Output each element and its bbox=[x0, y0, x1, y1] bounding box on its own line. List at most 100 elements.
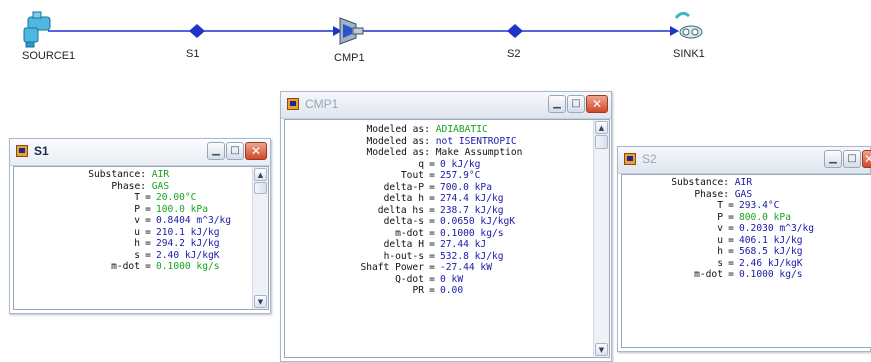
property-row: delta H = 27.44 kJ bbox=[285, 239, 609, 251]
scroll-up-button[interactable]: ▲ bbox=[595, 121, 608, 134]
property-label: delta-s bbox=[383, 216, 424, 227]
minimize-button[interactable]: ▁ bbox=[548, 95, 566, 113]
property-row: P = 100.0 kPa bbox=[14, 204, 268, 216]
property-label: Phase: bbox=[111, 180, 146, 192]
maximize-button[interactable]: □ bbox=[226, 142, 244, 160]
faucet-source-icon[interactable] bbox=[23, 11, 51, 48]
property-row: Modeled as: not ISENTROPIC bbox=[285, 136, 609, 148]
equals-sign: = bbox=[145, 249, 151, 261]
property-value: 0.1000 kg/s bbox=[156, 261, 220, 272]
maximize-icon: □ bbox=[571, 98, 581, 109]
property-row: s = 2.40 kJ/kgK bbox=[14, 250, 268, 262]
property-row: delta h = 274.4 kJ/kg bbox=[285, 193, 609, 205]
property-row: Phase: GAS bbox=[622, 189, 871, 201]
node-label-s2: S2 bbox=[507, 48, 521, 60]
property-label: Modeled as: bbox=[366, 135, 430, 147]
vertical-scrollbar[interactable]: ▲ ▼ bbox=[252, 167, 268, 309]
property-row: m-dot = 0.1000 kg/s bbox=[14, 261, 268, 273]
app-window-icon bbox=[287, 98, 299, 110]
equals-sign: = bbox=[429, 239, 435, 250]
equals-sign: = bbox=[728, 223, 734, 234]
equals-sign: = bbox=[728, 269, 734, 280]
maximize-icon: □ bbox=[847, 153, 857, 164]
compressor-cmp1-window[interactable]: CMP1 ▁ □ ✕ Modeled as: ADIABATIC Modeled… bbox=[280, 91, 612, 362]
stream-s2-window[interactable]: S2 ▁ □ ✕ Substance: AIR Phase: GAS T = 293… bbox=[617, 146, 871, 352]
property-label: T bbox=[134, 192, 140, 203]
scroll-up-button[interactable]: ▲ bbox=[254, 168, 267, 181]
property-label: Phase: bbox=[694, 188, 729, 200]
close-button[interactable]: ✕ bbox=[862, 150, 871, 168]
equals-sign: = bbox=[145, 238, 151, 249]
scroll-down-button[interactable]: ▼ bbox=[595, 343, 608, 356]
minimize-button[interactable]: ▁ bbox=[207, 142, 225, 160]
property-label: delta H bbox=[383, 239, 424, 250]
stream-s1-window[interactable]: S1 ▁ □ ✕ Substance: AIR Phase: GAS T = 20.… bbox=[9, 138, 271, 314]
property-label: P bbox=[717, 211, 723, 223]
window-titlebar[interactable]: S2 ▁ □ ✕ bbox=[618, 147, 871, 174]
property-row: u = 406.1 kJ/kg bbox=[622, 235, 871, 247]
window-titlebar[interactable]: CMP1 ▁ □ ✕ bbox=[281, 92, 611, 119]
maximize-button[interactable]: □ bbox=[567, 95, 585, 113]
property-row: m-dot = 0.1000 kg/s bbox=[285, 228, 609, 240]
equals-sign: = bbox=[429, 158, 435, 170]
property-label: delta h bbox=[383, 193, 424, 204]
maximize-icon: □ bbox=[230, 145, 240, 156]
properties-panel: Substance: AIR Phase: GAS T = 20.00°C P = 10… bbox=[13, 166, 269, 310]
property-value: 100.0 kPa bbox=[156, 203, 208, 215]
property-value: 0.1000 kg/s bbox=[739, 269, 803, 280]
property-value: 532.8 kJ/kg bbox=[440, 250, 504, 262]
property-row: Substance: AIR bbox=[622, 177, 871, 189]
minimize-button[interactable]: ▁ bbox=[824, 150, 842, 168]
property-row: h = 568.5 kJ/kg bbox=[622, 246, 871, 258]
equals-sign: = bbox=[429, 250, 435, 262]
property-value: 0 kJ/kg bbox=[440, 158, 481, 170]
app-window-icon bbox=[624, 153, 636, 165]
property-label: T bbox=[717, 200, 723, 211]
node-label-sink1: SINK1 bbox=[673, 48, 705, 60]
property-row: u = 210.1 kJ/kg bbox=[14, 227, 268, 239]
stream-node-icon[interactable] bbox=[507, 24, 523, 38]
equals-sign: = bbox=[145, 192, 151, 203]
property-label: Modeled as: bbox=[366, 147, 430, 158]
property-row: T = 20.00°C bbox=[14, 192, 268, 204]
scroll-thumb[interactable] bbox=[254, 182, 267, 194]
property-label: q bbox=[418, 158, 424, 170]
equals-sign: = bbox=[429, 262, 435, 273]
scroll-up-icon: ▲ bbox=[598, 123, 605, 132]
scroll-thumb[interactable] bbox=[595, 135, 608, 149]
property-label: v bbox=[717, 223, 723, 234]
equals-sign: = bbox=[145, 215, 151, 226]
sink-drain-icon[interactable] bbox=[674, 11, 703, 39]
property-label: Tout bbox=[400, 170, 424, 181]
equals-sign: = bbox=[728, 234, 734, 246]
node-label-s1: S1 bbox=[186, 48, 200, 60]
property-row: delta-s = 0.0650 kJ/kgK bbox=[285, 216, 609, 228]
equals-sign: = bbox=[429, 227, 435, 239]
property-label: h-out-s bbox=[383, 250, 424, 262]
equals-sign: = bbox=[728, 246, 734, 257]
maximize-button[interactable]: □ bbox=[843, 150, 861, 168]
property-row: P = 800.0 kPa bbox=[622, 212, 871, 224]
property-value: 2.46 kJ/kgK bbox=[739, 257, 803, 269]
window-titlebar[interactable]: S1 ▁ □ ✕ bbox=[10, 139, 270, 166]
property-value: 294.2 kJ/kg bbox=[156, 238, 220, 249]
property-label: s bbox=[717, 257, 723, 269]
property-label: Substance: bbox=[88, 169, 146, 180]
compressor-icon[interactable] bbox=[339, 17, 364, 45]
property-value: 257.9°C bbox=[440, 170, 481, 181]
flowsheet-canvas: SOURCE1 S1 CMP1 S2 SINK1 bbox=[0, 0, 871, 95]
scroll-down-button[interactable]: ▼ bbox=[254, 295, 267, 308]
scroll-up-icon: ▲ bbox=[257, 170, 264, 179]
property-list: Modeled as: ADIABATIC Modeled as: not IS… bbox=[285, 124, 609, 297]
property-value: 0.0650 kJ/kgK bbox=[440, 216, 516, 227]
close-button[interactable]: ✕ bbox=[586, 95, 608, 113]
property-label: v bbox=[134, 215, 140, 226]
equals-sign: = bbox=[429, 181, 435, 193]
property-value: 0.1000 kg/s bbox=[440, 227, 504, 239]
vertical-scrollbar[interactable]: ▲ ▼ bbox=[593, 120, 609, 357]
close-button[interactable]: ✕ bbox=[245, 142, 267, 160]
stream-node-icon[interactable] bbox=[189, 24, 205, 38]
equals-sign: = bbox=[429, 216, 435, 227]
node-label-source1: SOURCE1 bbox=[22, 50, 76, 62]
property-label: h bbox=[134, 238, 140, 249]
